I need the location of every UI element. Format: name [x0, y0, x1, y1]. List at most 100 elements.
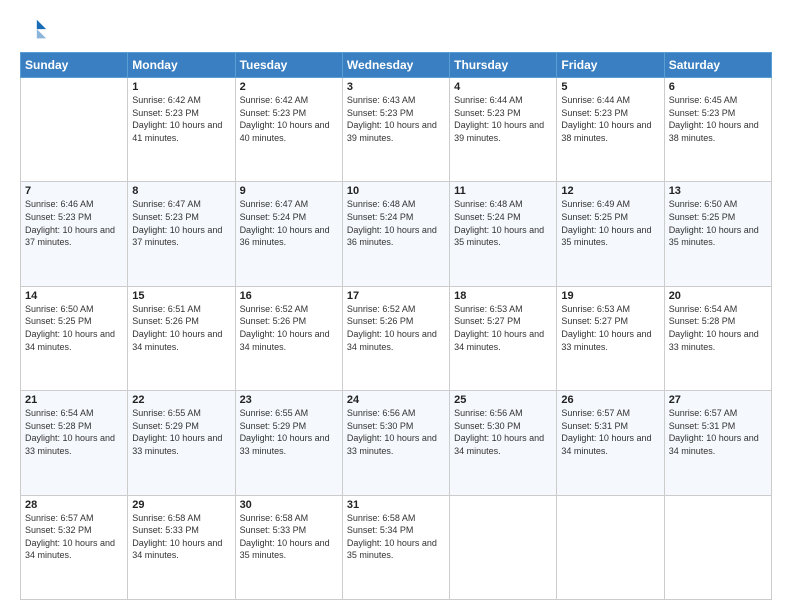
- day-info: Sunrise: 6:50 AMSunset: 5:25 PMDaylight:…: [669, 198, 767, 248]
- day-info: Sunrise: 6:53 AMSunset: 5:27 PMDaylight:…: [454, 303, 552, 353]
- calendar-cell: 26Sunrise: 6:57 AMSunset: 5:31 PMDayligh…: [557, 391, 664, 495]
- calendar-cell: 13Sunrise: 6:50 AMSunset: 5:25 PMDayligh…: [664, 182, 771, 286]
- logo-icon: [20, 16, 48, 44]
- day-number: 29: [132, 499, 230, 511]
- day-info: Sunrise: 6:48 AMSunset: 5:24 PMDaylight:…: [347, 198, 445, 248]
- day-info: Sunrise: 6:56 AMSunset: 5:30 PMDaylight:…: [347, 407, 445, 457]
- day-number: 7: [25, 185, 123, 197]
- calendar-cell: 14Sunrise: 6:50 AMSunset: 5:25 PMDayligh…: [21, 286, 128, 390]
- calendar-cell: 3Sunrise: 6:43 AMSunset: 5:23 PMDaylight…: [342, 78, 449, 182]
- header: [20, 16, 772, 44]
- calendar-cell: 19Sunrise: 6:53 AMSunset: 5:27 PMDayligh…: [557, 286, 664, 390]
- day-info: Sunrise: 6:45 AMSunset: 5:23 PMDaylight:…: [669, 94, 767, 144]
- calendar-table: SundayMondayTuesdayWednesdayThursdayFrid…: [20, 52, 772, 600]
- calendar-cell: 25Sunrise: 6:56 AMSunset: 5:30 PMDayligh…: [450, 391, 557, 495]
- day-number: 30: [240, 499, 338, 511]
- day-number: 3: [347, 81, 445, 93]
- day-info: Sunrise: 6:44 AMSunset: 5:23 PMDaylight:…: [561, 94, 659, 144]
- day-number: 31: [347, 499, 445, 511]
- day-number: 23: [240, 394, 338, 406]
- day-info: Sunrise: 6:57 AMSunset: 5:32 PMDaylight:…: [25, 512, 123, 562]
- calendar-cell: 16Sunrise: 6:52 AMSunset: 5:26 PMDayligh…: [235, 286, 342, 390]
- calendar-week-1: 7Sunrise: 6:46 AMSunset: 5:23 PMDaylight…: [21, 182, 772, 286]
- day-number: 18: [454, 290, 552, 302]
- day-number: 22: [132, 394, 230, 406]
- page: SundayMondayTuesdayWednesdayThursdayFrid…: [0, 0, 792, 612]
- calendar-cell: 2Sunrise: 6:42 AMSunset: 5:23 PMDaylight…: [235, 78, 342, 182]
- day-info: Sunrise: 6:54 AMSunset: 5:28 PMDaylight:…: [669, 303, 767, 353]
- calendar-cell: [664, 495, 771, 599]
- calendar-week-0: 1Sunrise: 6:42 AMSunset: 5:23 PMDaylight…: [21, 78, 772, 182]
- calendar-cell: [557, 495, 664, 599]
- calendar-cell: 21Sunrise: 6:54 AMSunset: 5:28 PMDayligh…: [21, 391, 128, 495]
- day-info: Sunrise: 6:55 AMSunset: 5:29 PMDaylight:…: [132, 407, 230, 457]
- day-info: Sunrise: 6:57 AMSunset: 5:31 PMDaylight:…: [669, 407, 767, 457]
- calendar-cell: 5Sunrise: 6:44 AMSunset: 5:23 PMDaylight…: [557, 78, 664, 182]
- calendar-cell: 23Sunrise: 6:55 AMSunset: 5:29 PMDayligh…: [235, 391, 342, 495]
- day-number: 5: [561, 81, 659, 93]
- calendar-week-3: 21Sunrise: 6:54 AMSunset: 5:28 PMDayligh…: [21, 391, 772, 495]
- day-number: 21: [25, 394, 123, 406]
- day-info: Sunrise: 6:51 AMSunset: 5:26 PMDaylight:…: [132, 303, 230, 353]
- day-info: Sunrise: 6:56 AMSunset: 5:30 PMDaylight:…: [454, 407, 552, 457]
- day-number: 9: [240, 185, 338, 197]
- day-number: 16: [240, 290, 338, 302]
- day-info: Sunrise: 6:46 AMSunset: 5:23 PMDaylight:…: [25, 198, 123, 248]
- day-info: Sunrise: 6:55 AMSunset: 5:29 PMDaylight:…: [240, 407, 338, 457]
- day-number: 25: [454, 394, 552, 406]
- day-number: 24: [347, 394, 445, 406]
- calendar-week-4: 28Sunrise: 6:57 AMSunset: 5:32 PMDayligh…: [21, 495, 772, 599]
- calendar-cell: 8Sunrise: 6:47 AMSunset: 5:23 PMDaylight…: [128, 182, 235, 286]
- day-info: Sunrise: 6:42 AMSunset: 5:23 PMDaylight:…: [132, 94, 230, 144]
- day-info: Sunrise: 6:58 AMSunset: 5:33 PMDaylight:…: [240, 512, 338, 562]
- day-info: Sunrise: 6:52 AMSunset: 5:26 PMDaylight:…: [240, 303, 338, 353]
- day-info: Sunrise: 6:47 AMSunset: 5:23 PMDaylight:…: [132, 198, 230, 248]
- day-number: 1: [132, 81, 230, 93]
- day-number: 26: [561, 394, 659, 406]
- calendar-week-2: 14Sunrise: 6:50 AMSunset: 5:25 PMDayligh…: [21, 286, 772, 390]
- calendar-cell: 1Sunrise: 6:42 AMSunset: 5:23 PMDaylight…: [128, 78, 235, 182]
- day-info: Sunrise: 6:48 AMSunset: 5:24 PMDaylight:…: [454, 198, 552, 248]
- day-info: Sunrise: 6:53 AMSunset: 5:27 PMDaylight:…: [561, 303, 659, 353]
- day-info: Sunrise: 6:44 AMSunset: 5:23 PMDaylight:…: [454, 94, 552, 144]
- day-info: Sunrise: 6:54 AMSunset: 5:28 PMDaylight:…: [25, 407, 123, 457]
- calendar-cell: [450, 495, 557, 599]
- day-number: 11: [454, 185, 552, 197]
- calendar-header-row: SundayMondayTuesdayWednesdayThursdayFrid…: [21, 53, 772, 78]
- day-number: 6: [669, 81, 767, 93]
- header-day-saturday: Saturday: [664, 53, 771, 78]
- calendar-cell: 17Sunrise: 6:52 AMSunset: 5:26 PMDayligh…: [342, 286, 449, 390]
- day-number: 19: [561, 290, 659, 302]
- day-info: Sunrise: 6:50 AMSunset: 5:25 PMDaylight:…: [25, 303, 123, 353]
- header-day-tuesday: Tuesday: [235, 53, 342, 78]
- day-info: Sunrise: 6:49 AMSunset: 5:25 PMDaylight:…: [561, 198, 659, 248]
- day-info: Sunrise: 6:57 AMSunset: 5:31 PMDaylight:…: [561, 407, 659, 457]
- day-info: Sunrise: 6:58 AMSunset: 5:33 PMDaylight:…: [132, 512, 230, 562]
- calendar-cell: 28Sunrise: 6:57 AMSunset: 5:32 PMDayligh…: [21, 495, 128, 599]
- calendar-cell: 24Sunrise: 6:56 AMSunset: 5:30 PMDayligh…: [342, 391, 449, 495]
- calendar-cell: 20Sunrise: 6:54 AMSunset: 5:28 PMDayligh…: [664, 286, 771, 390]
- day-number: 2: [240, 81, 338, 93]
- calendar-cell: 27Sunrise: 6:57 AMSunset: 5:31 PMDayligh…: [664, 391, 771, 495]
- calendar-cell: 10Sunrise: 6:48 AMSunset: 5:24 PMDayligh…: [342, 182, 449, 286]
- day-number: 10: [347, 185, 445, 197]
- calendar-cell: 22Sunrise: 6:55 AMSunset: 5:29 PMDayligh…: [128, 391, 235, 495]
- calendar-cell: 15Sunrise: 6:51 AMSunset: 5:26 PMDayligh…: [128, 286, 235, 390]
- day-number: 4: [454, 81, 552, 93]
- calendar-cell: 30Sunrise: 6:58 AMSunset: 5:33 PMDayligh…: [235, 495, 342, 599]
- calendar-cell: 18Sunrise: 6:53 AMSunset: 5:27 PMDayligh…: [450, 286, 557, 390]
- day-info: Sunrise: 6:43 AMSunset: 5:23 PMDaylight:…: [347, 94, 445, 144]
- header-day-monday: Monday: [128, 53, 235, 78]
- day-info: Sunrise: 6:42 AMSunset: 5:23 PMDaylight:…: [240, 94, 338, 144]
- day-info: Sunrise: 6:47 AMSunset: 5:24 PMDaylight:…: [240, 198, 338, 248]
- day-number: 27: [669, 394, 767, 406]
- calendar-cell: 4Sunrise: 6:44 AMSunset: 5:23 PMDaylight…: [450, 78, 557, 182]
- day-number: 8: [132, 185, 230, 197]
- day-number: 15: [132, 290, 230, 302]
- header-day-friday: Friday: [557, 53, 664, 78]
- calendar-cell: [21, 78, 128, 182]
- header-day-wednesday: Wednesday: [342, 53, 449, 78]
- day-number: 13: [669, 185, 767, 197]
- header-day-thursday: Thursday: [450, 53, 557, 78]
- day-number: 17: [347, 290, 445, 302]
